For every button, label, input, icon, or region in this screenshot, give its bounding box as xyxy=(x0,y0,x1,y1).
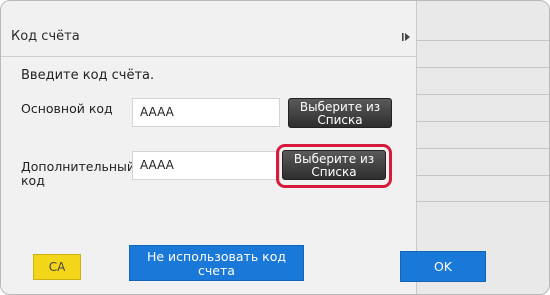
title-divider xyxy=(1,56,416,57)
account-code-dialog: Код счёта Введите код счёта. Основной ко… xyxy=(1,1,486,294)
side-panel-divider xyxy=(417,40,549,41)
prompt-text: Введите код счёта. xyxy=(21,68,155,83)
main-code-input[interactable]: AAAA xyxy=(132,98,280,127)
main-code-select-from-list-button[interactable]: Выберите из Списка xyxy=(288,98,392,128)
dialog-title: Код счёта xyxy=(11,29,80,44)
collapse-panel-icon[interactable] xyxy=(399,29,413,43)
side-panel-divider xyxy=(417,201,549,202)
side-panel-divider xyxy=(417,94,549,95)
side-panel-divider xyxy=(417,121,549,122)
additional-code-label: Дополнительный код xyxy=(21,159,136,188)
side-panel-divider xyxy=(417,175,549,176)
side-panel-divider xyxy=(417,67,549,68)
additional-code-select-from-list-button[interactable]: Выберите из Списка xyxy=(282,150,386,180)
ok-button[interactable]: OK xyxy=(400,251,486,282)
side-panel-divider xyxy=(417,148,549,149)
no-account-code-button[interactable]: Не использовать код счета xyxy=(129,245,304,281)
screen-panel: Код счёта Введите код счёта. Основной ко… xyxy=(0,0,550,295)
main-code-label: Основной код xyxy=(21,101,113,116)
additional-code-input[interactable]: AAAA xyxy=(132,151,280,180)
ca-button[interactable]: CA xyxy=(33,254,81,280)
